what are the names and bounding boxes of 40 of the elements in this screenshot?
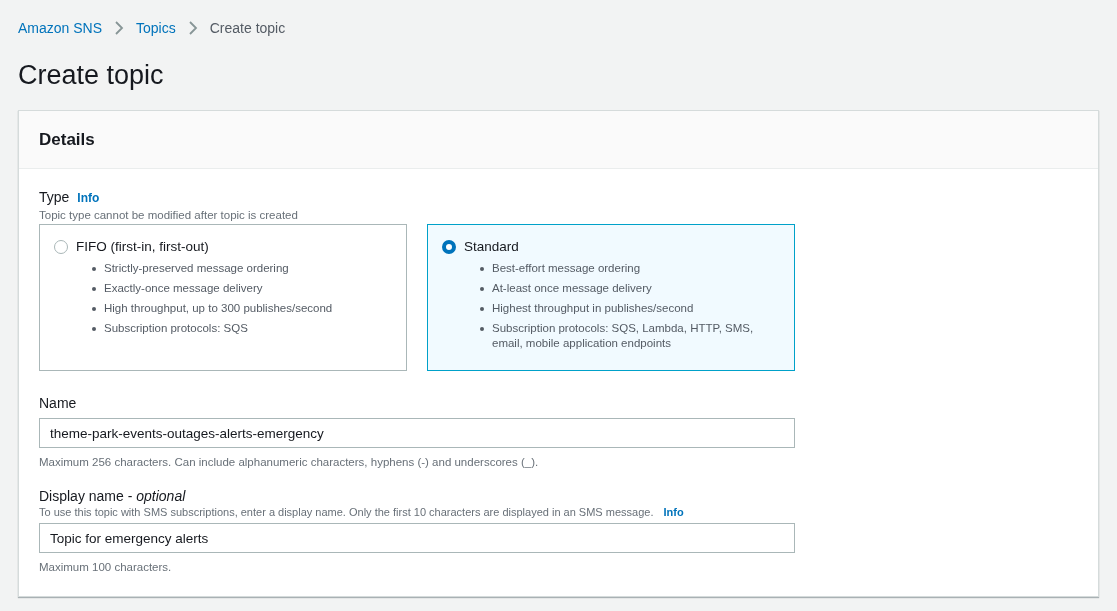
bullet-icon [92,327,96,332]
breadcrumb-current: Create topic [209,18,286,38]
bullet-icon [480,327,484,332]
bullet-icon [92,267,96,272]
option-feature: Highest throughput in publishes/second [492,301,694,317]
bullet-icon [480,267,484,272]
bullet-icon [480,307,484,312]
option-feature: Subscription protocols: SQS, Lambda, HTTP, SMS, email, mobile application endpoints [492,321,755,352]
breadcrumb-link[interactable]: Topics [136,17,176,39]
bullet-icon [92,287,96,292]
field-description: To use this topic with SMS subscriptions, enter a display name. Only the first 10 characters are displayed in an SMS message. [39,505,654,520]
info-link[interactable]: Info [663,505,684,520]
type-option-tile[interactable]: Standard Best-effort message ordering At-least once message delivery Highest throughput in publishes/second Subscription protocols: SQS, Lambda, HTTP, SMS, email, mobile application endpoints [427,224,795,371]
option-feature: Best-effort message ordering [492,261,641,277]
field-hint: Maximum 100 characters. [39,560,173,576]
field-label: Display name - optional [39,487,187,506]
option-feature: Exactly-once message delivery [104,281,263,297]
radio-button[interactable] [442,240,456,255]
display-name-input-field[interactable]: Topic for emergency alerts [39,523,795,554]
info-link[interactable]: Info [77,188,100,207]
field-label: Type [39,188,70,207]
field-description: Topic type cannot be modified after topic is created [39,208,299,222]
option-label: FIFO (first-in, first-out) [76,238,209,256]
bullet-icon [92,307,96,312]
field-label: Name [39,394,78,413]
option-label: Standard [464,238,519,256]
breadcrumb-link[interactable]: Amazon SNS [18,17,103,39]
option-feature: High throughput, up to 300 publishes/second [104,301,333,317]
panel-title: Details [39,128,95,151]
name-input-field[interactable]: theme-park-events-outages-alerts-emergency [39,418,795,448]
option-feature: Subscription protocols: SQS [104,321,248,337]
bullet-icon [480,287,484,292]
chevron-right-icon [187,20,198,36]
option-feature: At-least once message delivery [492,281,652,297]
radio-button[interactable] [54,240,68,255]
type-option-tile[interactable]: FIFO (first-in, first-out) Strictly-preserved message ordering Exactly-once message delivery High throughput, up to 300 publishes/second Subscription protocols: SQS [39,224,407,371]
page-title: Create topic [18,59,164,92]
field-hint: Maximum 256 characters. Can include alphanumeric characters, hyphens (-) and underscores (_). [39,455,540,470]
option-feature: Strictly-preserved message ordering [104,261,289,277]
chevron-right-icon [114,20,125,36]
